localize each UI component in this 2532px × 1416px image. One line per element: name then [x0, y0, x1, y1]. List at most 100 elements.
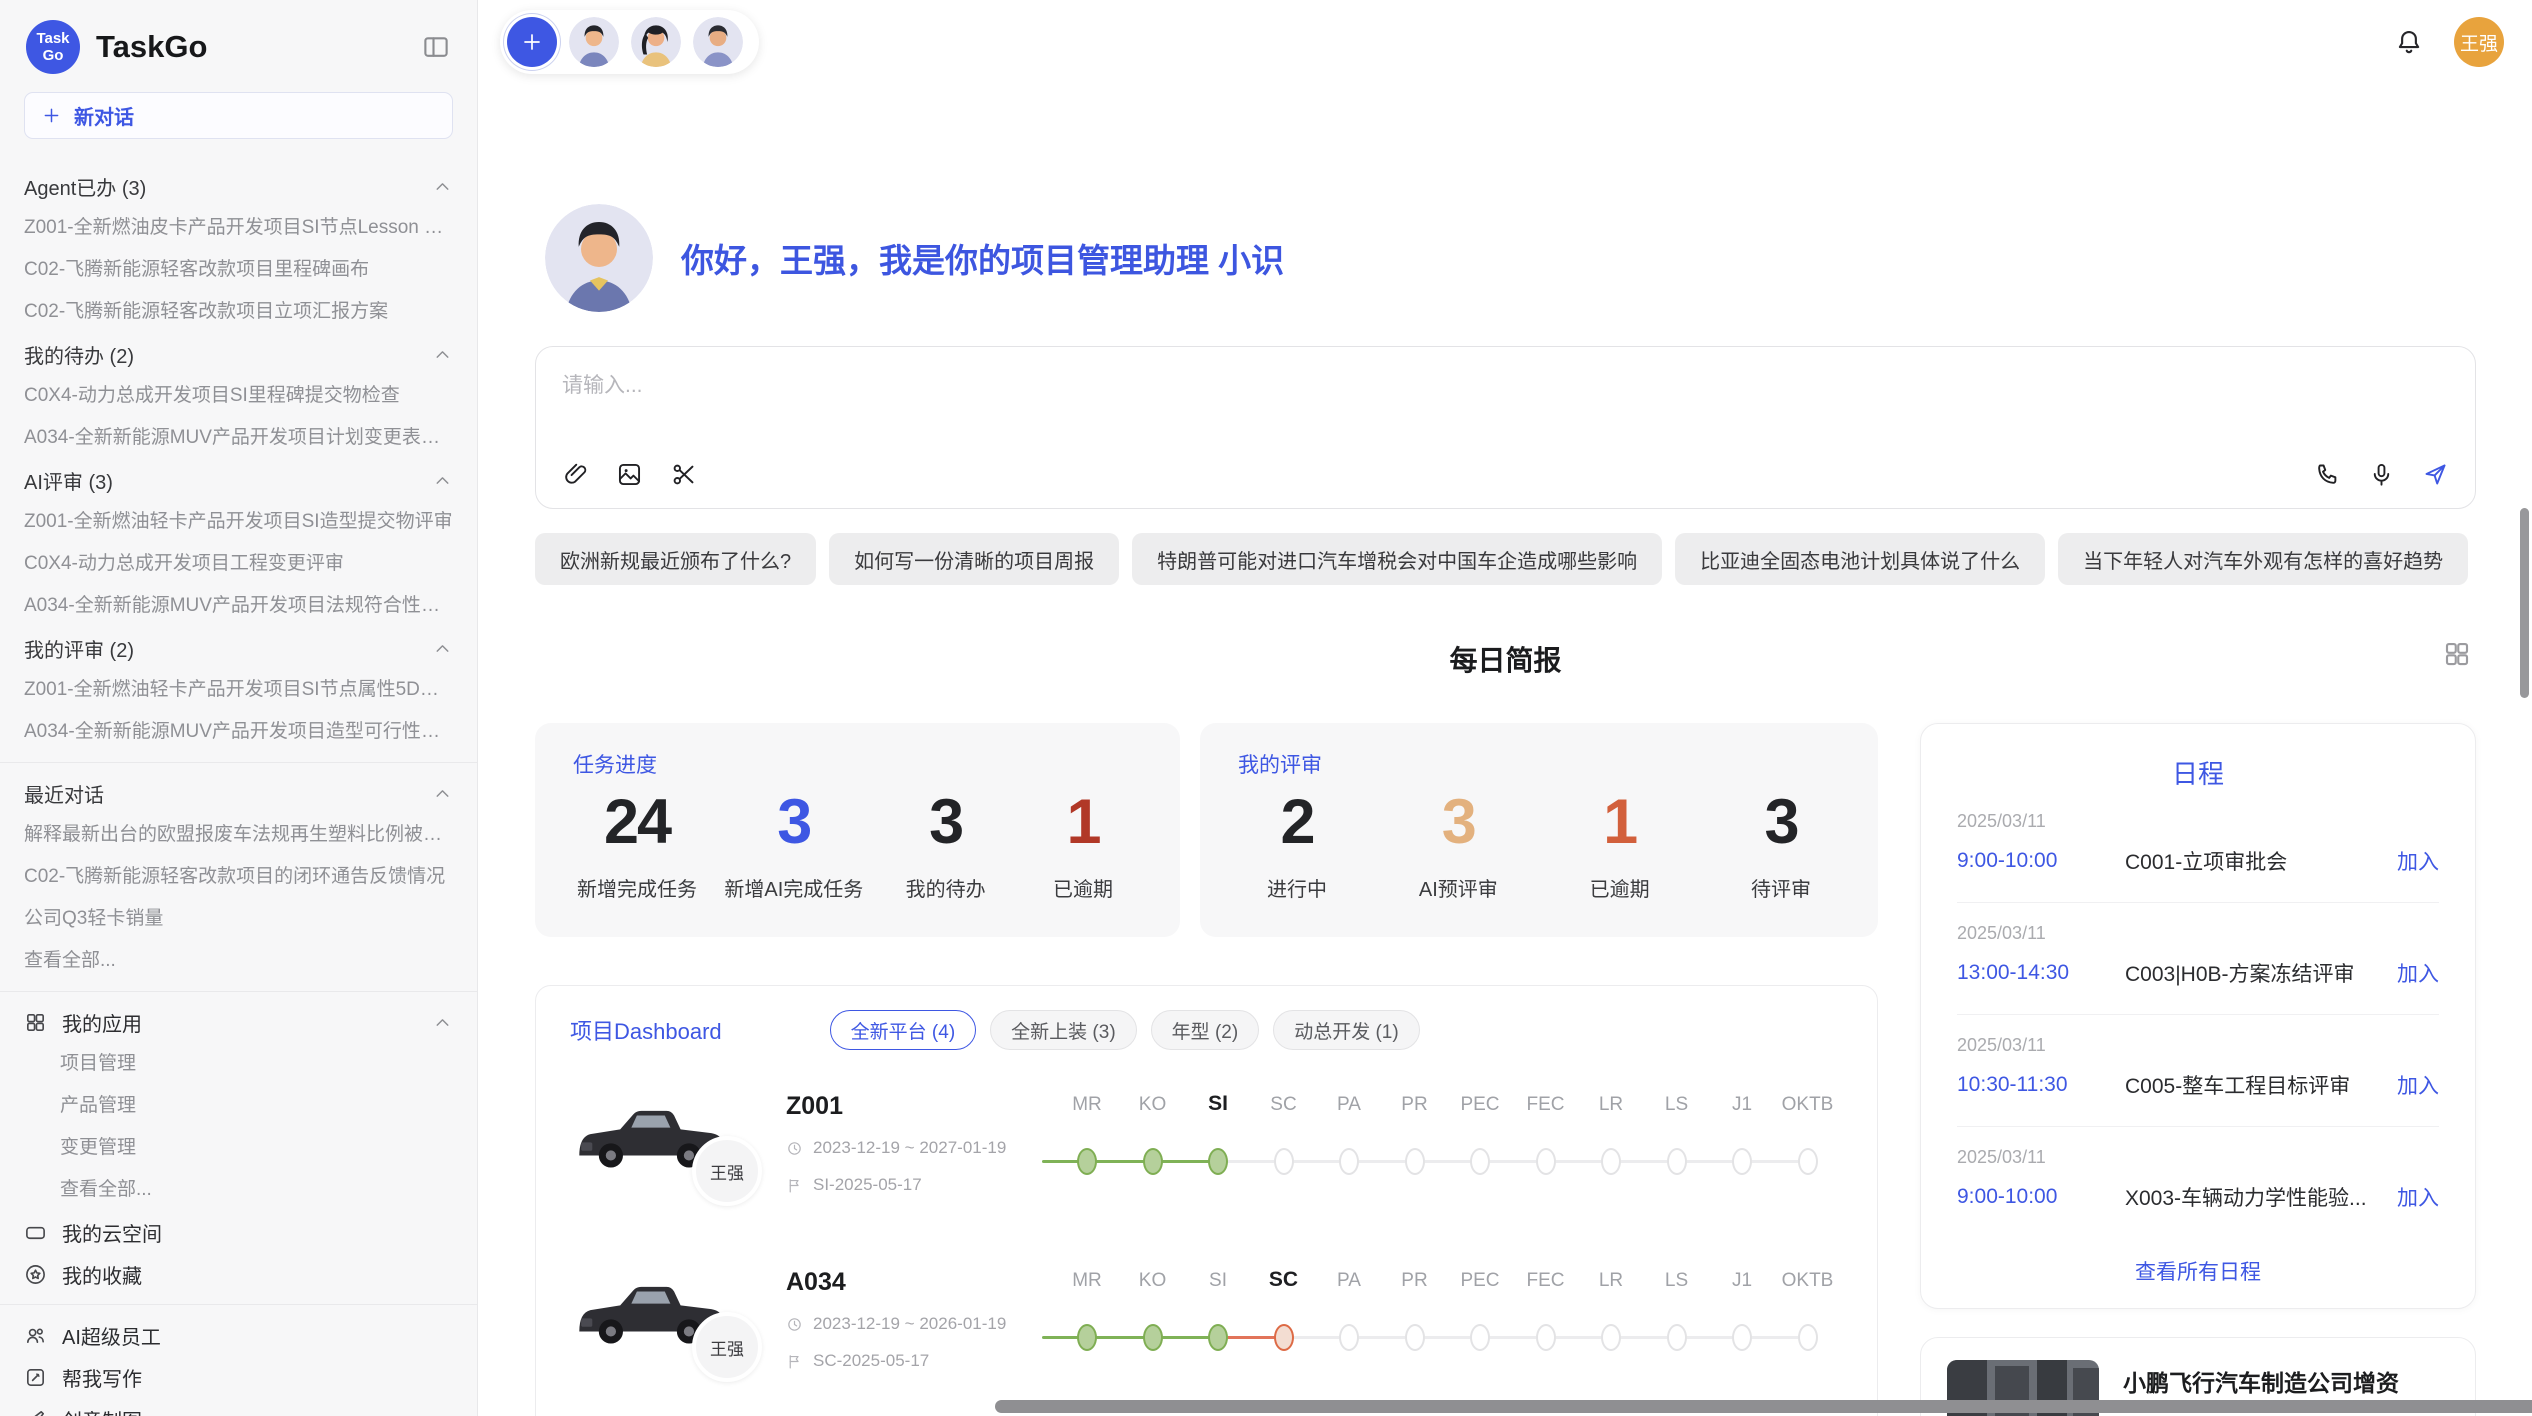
notifications-bell-icon[interactable] [2394, 27, 2424, 57]
milestone-node[interactable] [1143, 1148, 1163, 1175]
horizontal-scrollbar[interactable] [995, 1400, 2532, 1413]
milestone-node[interactable] [1274, 1324, 1294, 1351]
chat-input-card[interactable]: 请输入... [535, 346, 2476, 509]
milestone-label: PEC [1448, 1094, 1512, 1116]
sidebar-item[interactable]: A034-全新新能源MUV产品开发项目计划变更表编写 [24, 417, 453, 459]
new-chat-button[interactable]: 新对话 [24, 92, 453, 139]
milestone-node[interactable] [1798, 1324, 1818, 1351]
milestone-node[interactable] [1077, 1148, 1097, 1175]
sidebar-item[interactable]: Z001-全新燃油皮卡产品开发项目SI节点Lesson Learn报告 [24, 207, 453, 249]
session-avatar[interactable] [569, 17, 619, 67]
milestone-node[interactable] [1798, 1148, 1818, 1175]
schedule-view-all-link[interactable]: 查看所有日程 [1957, 1256, 2439, 1286]
event-join-link[interactable]: 加入 [2397, 1182, 2439, 1212]
milestone-node[interactable] [1470, 1148, 1490, 1175]
sidebar-tool-creative-drawing[interactable]: 创意制图 [24, 1398, 453, 1416]
app-item[interactable]: 变更管理 [24, 1127, 453, 1169]
event-join-link[interactable]: 加入 [2397, 846, 2439, 876]
recent-view-all-link[interactable]: 查看全部... [24, 940, 453, 982]
chevron-up-icon [432, 176, 453, 197]
milestone-node[interactable] [1208, 1324, 1228, 1351]
dashboard-tab[interactable]: 全新平台 (4) [830, 1010, 977, 1050]
milestone-node[interactable] [1536, 1324, 1556, 1351]
suggestion-chip[interactable]: 如何写一份清晰的项目周报 [829, 533, 1119, 585]
milestone-node[interactable] [1077, 1324, 1097, 1351]
event-join-link[interactable]: 加入 [2397, 958, 2439, 988]
sidebar-tool-writing[interactable]: 帮我写作 [24, 1356, 453, 1398]
sidebar-section: 我的待办 (2)C0X4-动力总成开发项目SI里程碑提交物检查A034-全新新能… [24, 333, 453, 459]
milestone-node[interactable] [1274, 1148, 1294, 1175]
project-code[interactable]: A034 [786, 1268, 1034, 1297]
app-item[interactable]: 产品管理 [24, 1085, 453, 1127]
apps-view-all-link[interactable]: 查看全部... [24, 1169, 453, 1211]
send-icon[interactable] [2422, 461, 2449, 488]
recent-chat-item[interactable]: 解释最新出台的欧盟报废车法规再生塑料比例被调至15%... [24, 814, 453, 856]
milestone-node[interactable] [1601, 1324, 1621, 1351]
suggestion-chip[interactable]: 特朗普可能对进口汽车增税会对中国车企造成哪些影响 [1132, 533, 1662, 585]
milestone-node[interactable] [1732, 1148, 1752, 1175]
creative-drawing-icon [24, 1408, 47, 1416]
recent-chat-item[interactable]: C02-飞腾新能源轻客改款项目的闭环通告反馈情况 [24, 856, 453, 898]
sidebar-item[interactable]: A034-全新新能源MUV产品开发项目造型可行性评审 [24, 711, 453, 753]
project-dates: 2023-12-19 ~ 2027-01-19 [786, 1138, 1034, 1158]
milestone-node[interactable] [1339, 1324, 1359, 1351]
milestone-node[interactable] [1405, 1324, 1425, 1351]
image-upload-icon[interactable] [616, 461, 643, 488]
milestone-node[interactable] [1601, 1148, 1621, 1175]
sidebar-section: 我的评审 (2)Z001-全新燃油轻卡产品开发项目SI节点属性5D文件评审A03… [24, 627, 453, 753]
milestone-node[interactable] [1667, 1324, 1687, 1351]
voice-call-icon[interactable] [2314, 461, 2341, 488]
session-avatar[interactable] [631, 17, 681, 67]
milestone-node[interactable] [1536, 1148, 1556, 1175]
suggestion-chip[interactable]: 比亚迪全固态电池计划具体说了什么 [1675, 533, 2045, 585]
milestone-node[interactable] [1732, 1324, 1752, 1351]
recent-chats-header[interactable]: 最近对话 [24, 772, 453, 814]
app-title: TaskGo [96, 29, 405, 65]
event-join-link[interactable]: 加入 [2397, 1070, 2439, 1100]
app-logo-line1: Task [36, 30, 69, 47]
suggestion-chip[interactable]: 欧洲新规最近颁布了什么? [535, 533, 816, 585]
new-session-button[interactable] [507, 17, 557, 67]
sidebar-section-header[interactable]: Agent已办 (3) [24, 165, 453, 207]
milestone-node[interactable] [1339, 1148, 1359, 1175]
milestone-node[interactable] [1405, 1148, 1425, 1175]
dashboard-tab[interactable]: 动总开发 (1) [1273, 1010, 1420, 1050]
milestone-node[interactable] [1667, 1148, 1687, 1175]
vertical-scrollbar[interactable] [2520, 508, 2529, 698]
sidebar-tool-ai-staff[interactable]: AI超级员工 [24, 1314, 453, 1356]
recent-chat-item[interactable]: 公司Q3轻卡销量 [24, 898, 453, 940]
layout-grid-icon[interactable] [2442, 639, 2472, 669]
app-item[interactable]: 项目管理 [24, 1043, 453, 1085]
sidebar-collapse-icon[interactable] [421, 32, 451, 62]
sidebar-item-favorites[interactable]: 我的收藏 [24, 1253, 453, 1295]
clock-icon [786, 1140, 803, 1157]
screenshot-scissors-icon[interactable] [670, 461, 697, 488]
sidebar-item[interactable]: C0X4-动力总成开发项目工程变更评审 [24, 543, 453, 585]
chat-input[interactable]: 请输入... [562, 369, 2449, 399]
project-owner-badge: 王强 [692, 1136, 762, 1206]
sidebar-item-cloud-space[interactable]: 我的云空间 [24, 1211, 453, 1253]
dashboard-tab[interactable]: 全新上装 (3) [990, 1010, 1137, 1050]
app-logo: Task Go [26, 20, 80, 74]
milestone-node[interactable] [1470, 1324, 1490, 1351]
my-apps-header[interactable]: 我的应用 [24, 1001, 453, 1043]
sidebar-item[interactable]: C0X4-动力总成开发项目SI里程碑提交物检查 [24, 375, 453, 417]
sidebar-item[interactable]: C02-飞腾新能源轻客改款项目里程碑画布 [24, 249, 453, 291]
sidebar-section-header[interactable]: AI评审 (3) [24, 459, 453, 501]
attachment-icon[interactable] [562, 461, 589, 488]
milestone-node[interactable] [1143, 1324, 1163, 1351]
suggestion-chip[interactable]: 当下年轻人对汽车外观有怎样的喜好趋势 [2058, 533, 2468, 585]
schedule-event: 2025/03/119:00-10:00C001-立项审批会加入 [1957, 791, 2439, 903]
sidebar-section-header[interactable]: 我的评审 (2) [24, 627, 453, 669]
sidebar-item[interactable]: A034-全新新能源MUV产品开发项目法规符合性评审 [24, 585, 453, 627]
milestone-node[interactable] [1208, 1148, 1228, 1175]
sidebar-item[interactable]: Z001-全新燃油轻卡产品开发项目SI节点属性5D文件评审 [24, 669, 453, 711]
sidebar-item[interactable]: Z001-全新燃油轻卡产品开发项目SI造型提交物评审 [24, 501, 453, 543]
project-code[interactable]: Z001 [786, 1092, 1034, 1121]
session-avatar[interactable] [693, 17, 743, 67]
sidebar-section-header[interactable]: 我的待办 (2) [24, 333, 453, 375]
user-avatar[interactable]: 王强 [2454, 17, 2504, 67]
microphone-icon[interactable] [2368, 461, 2395, 488]
sidebar-item[interactable]: C02-飞腾新能源轻客改款项目立项汇报方案 [24, 291, 453, 333]
dashboard-tab[interactable]: 年型 (2) [1151, 1010, 1260, 1050]
